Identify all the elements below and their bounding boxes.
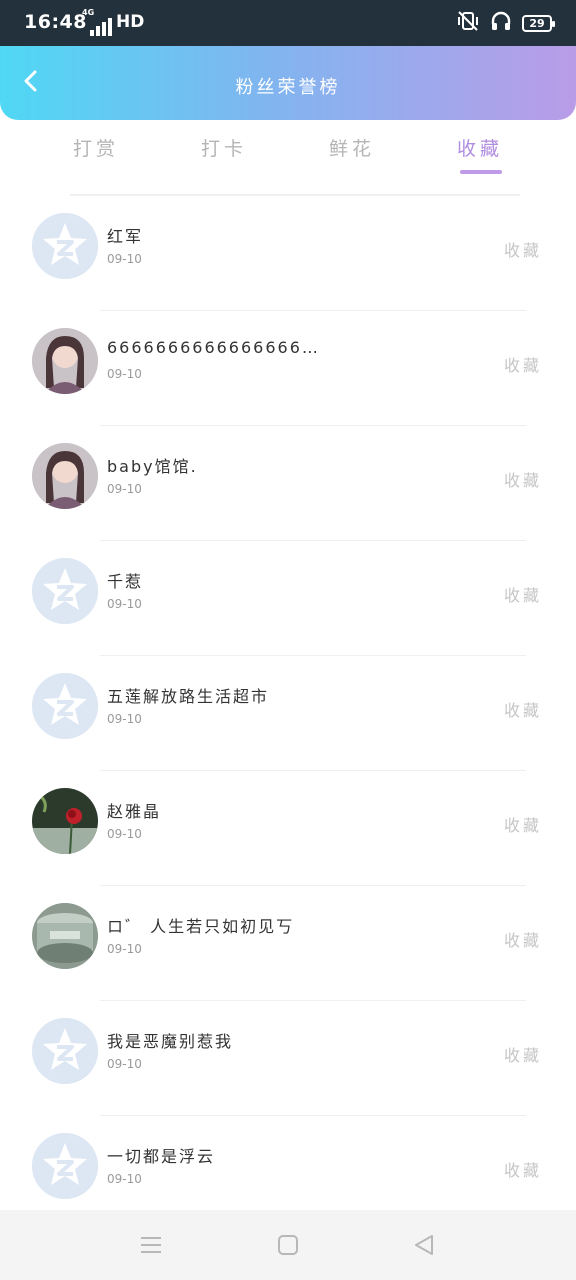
favorite-label: 收藏 xyxy=(503,471,542,490)
status-bar: 16:48 4G HD 29 xyxy=(0,0,576,46)
tab-favorites[interactable]: 收藏 xyxy=(430,134,530,178)
tab-bar: 打赏 打卡 鲜花 收藏 xyxy=(0,120,576,182)
tab-label: 鲜花 xyxy=(328,138,375,160)
user-name: 赵雅晶 xyxy=(107,802,162,821)
item-date: 09-10 xyxy=(107,1172,142,1186)
user-name: baby馆馆. xyxy=(107,457,198,476)
item-date: 09-10 xyxy=(107,482,142,496)
tab-underline xyxy=(460,170,502,174)
item-date: 09-10 xyxy=(107,252,142,266)
avatar xyxy=(32,788,98,854)
user-name: 五莲解放路生活超市 xyxy=(107,687,270,706)
list-item[interactable]: 千惹 09-10 收藏 xyxy=(0,541,576,656)
list-item[interactable]: 红军 09-10 收藏 xyxy=(0,196,576,311)
list-item[interactable]: 五莲解放路生活超市 09-10 收藏 xyxy=(0,656,576,771)
default-avatar-icon xyxy=(32,1018,98,1084)
tab-label: 打卡 xyxy=(200,138,247,160)
fan-list: 红军 09-10 收藏 6666666666666666666666666...… xyxy=(0,196,576,1231)
user-name: 6666666666666666666666666... xyxy=(107,338,322,357)
back-nav-button[interactable] xyxy=(411,1232,437,1258)
tab-label: 打赏 xyxy=(72,138,119,160)
favorite-label: 收藏 xyxy=(503,701,542,720)
favorite-label: 收藏 xyxy=(503,356,542,375)
menu-icon xyxy=(138,1237,164,1262)
item-date: 09-10 xyxy=(107,827,142,841)
avatar xyxy=(32,903,98,969)
avatar xyxy=(32,443,98,509)
tab-reward[interactable]: 打赏 xyxy=(46,134,146,178)
tab-checkin[interactable]: 打卡 xyxy=(174,134,274,178)
system-nav-bar xyxy=(0,1210,576,1280)
default-avatar-icon xyxy=(32,1133,98,1199)
avatar xyxy=(32,328,98,394)
status-time: 16:48 xyxy=(24,11,87,33)
top-area: 16:48 4G HD 29 粉丝荣誉榜 xyxy=(0,0,576,120)
user-name: 千惹 xyxy=(107,572,144,591)
tab-label: 收藏 xyxy=(456,138,503,160)
favorite-label: 收藏 xyxy=(503,1161,542,1180)
signal-icon xyxy=(90,18,114,36)
default-avatar-icon xyxy=(32,213,98,279)
default-avatar-icon xyxy=(32,558,98,624)
item-date: 09-10 xyxy=(107,367,142,381)
list-item[interactable]: baby馆馆. 09-10 收藏 xyxy=(0,426,576,541)
item-date: 09-10 xyxy=(107,942,142,956)
favorite-label: 收藏 xyxy=(503,931,542,950)
square-home-icon xyxy=(275,1235,301,1262)
user-name: 我是恶魔别惹我 xyxy=(107,1032,234,1051)
item-date: 09-10 xyxy=(107,712,142,726)
page-title: 粉丝荣誉榜 xyxy=(235,77,341,98)
list-item[interactable]: 我是恶魔别惹我 09-10 收藏 xyxy=(0,1001,576,1116)
hd-label: HD xyxy=(116,12,145,32)
user-name: 一切都是浮云 xyxy=(107,1147,216,1166)
headphones-icon xyxy=(490,10,512,36)
network-type: 4G xyxy=(82,8,95,17)
tab-flowers[interactable]: 鲜花 xyxy=(302,134,402,178)
list-item[interactable]: 赵雅晶 09-10 收藏 xyxy=(0,771,576,886)
user-name: ロ゛ 人生若只如初见丂 xyxy=(107,917,295,936)
user-name: 红军 xyxy=(107,227,144,246)
item-date: 09-10 xyxy=(107,597,142,611)
battery-icon: 29 xyxy=(522,14,555,32)
triangle-back-icon xyxy=(411,1235,437,1262)
list-item[interactable]: ロ゛ 人生若只如初见丂 09-10 收藏 xyxy=(0,886,576,1001)
default-avatar-icon xyxy=(32,673,98,739)
vibrate-off-icon xyxy=(456,10,480,36)
menu-button[interactable] xyxy=(138,1232,164,1258)
favorite-label: 收藏 xyxy=(503,1046,542,1065)
favorite-label: 收藏 xyxy=(503,241,542,260)
favorite-label: 收藏 xyxy=(503,816,542,835)
favorite-label: 收藏 xyxy=(503,586,542,605)
list-item[interactable]: 6666666666666666666666666... 09-10 收藏 xyxy=(0,311,576,426)
status-right: 29 xyxy=(456,10,555,36)
page-header: 粉丝荣誉榜 xyxy=(0,46,576,120)
item-date: 09-10 xyxy=(107,1057,142,1071)
home-button[interactable] xyxy=(275,1232,301,1258)
